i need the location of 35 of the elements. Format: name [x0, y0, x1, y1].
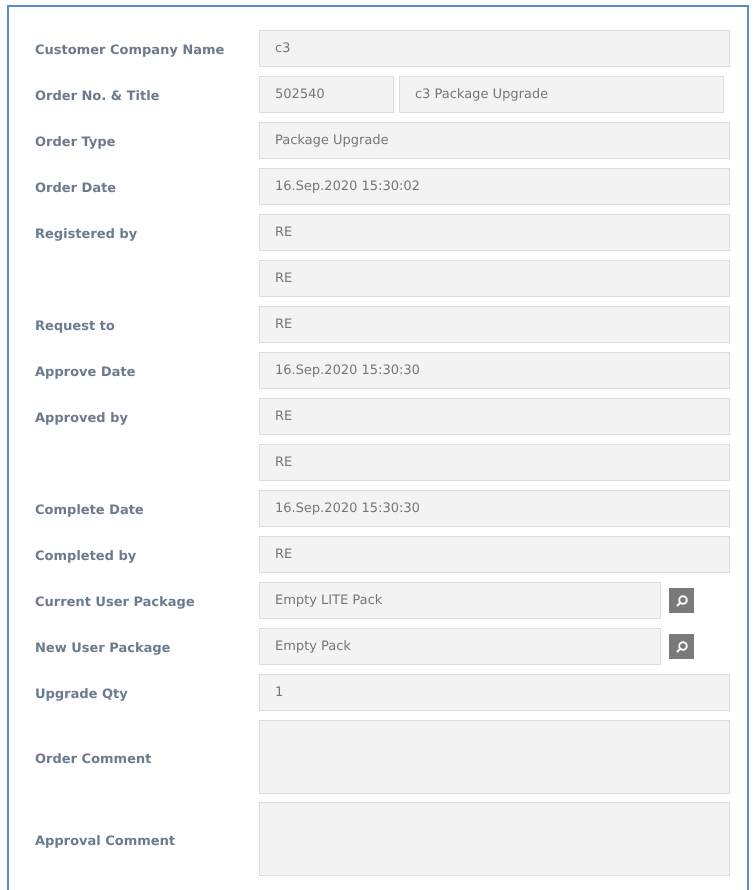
input-field[interactable]: RE [259, 536, 730, 573]
field-label: Order No. & Title [35, 89, 160, 104]
field-label: Approval Comment [35, 834, 176, 849]
field-label: Current User Package [35, 595, 195, 610]
input-field[interactable]: RE [259, 214, 730, 251]
input-field[interactable]: 1 [259, 674, 730, 711]
input-field[interactable]: RE [259, 260, 730, 297]
search-button[interactable] [669, 634, 694, 659]
field-label: New User Package [35, 641, 170, 656]
input-field[interactable]: c3 [259, 30, 730, 67]
field-label: Completed by [35, 549, 136, 564]
input-field[interactable]: RE [259, 306, 730, 343]
field-label: Upgrade Qty [35, 687, 128, 702]
field-label: Order Comment [35, 752, 152, 767]
field-label: Request to [35, 319, 115, 334]
input-field[interactable]: c3 Package Upgrade [399, 76, 724, 113]
input-field[interactable]: 16.Sep.2020 15:30:30 [259, 352, 730, 389]
input-field[interactable]: RE [259, 398, 730, 435]
input-field[interactable]: 16.Sep.2020 15:30:30 [259, 490, 730, 527]
input-field[interactable]: Empty LITE Pack [259, 582, 661, 619]
input-field[interactable]: Package Upgrade [259, 122, 730, 159]
field-label: Order Type [35, 135, 116, 150]
input-field[interactable]: 502540 [259, 76, 394, 113]
field-label: Registered by [35, 227, 138, 242]
search-icon [674, 594, 688, 608]
field-label: Approved by [35, 411, 128, 426]
input-field[interactable]: RE [259, 444, 730, 481]
field-label: Approve Date [35, 365, 136, 380]
search-icon [674, 640, 688, 654]
field-label: Customer Company Name [35, 43, 224, 58]
field-label: Complete Date [35, 503, 144, 518]
field-label: Order Date [35, 181, 116, 196]
input-field[interactable]: Empty Pack [259, 628, 661, 665]
search-button[interactable] [669, 588, 694, 613]
input-field[interactable]: 16.Sep.2020 15:30:02 [259, 168, 730, 205]
